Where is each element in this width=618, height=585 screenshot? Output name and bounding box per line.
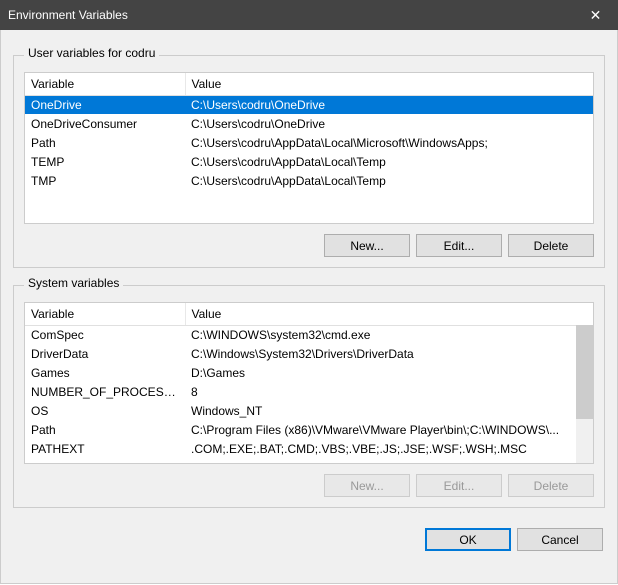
cell-value: C:\Users\codru\AppData\Local\Microsoft\W… (185, 133, 593, 152)
system-col-value[interactable]: Value (185, 303, 593, 325)
dialog-content: User variables for codru Variable Value … (0, 30, 618, 584)
table-row[interactable]: OneDriveC:\Users\codru\OneDrive (25, 95, 593, 114)
table-row[interactable]: GamesD:\Games (25, 363, 593, 382)
table-row[interactable]: PATHEXT.COM;.EXE;.BAT;.CMD;.VBS;.VBE;.JS… (25, 439, 593, 458)
cell-value: C:\Users\codru\AppData\Local\Temp (185, 152, 593, 171)
user-col-value[interactable]: Value (185, 73, 593, 95)
user-edit-button[interactable]: Edit... (416, 234, 502, 257)
system-variables-table-wrap: Variable Value ComSpecC:\WINDOWS\system3… (24, 302, 594, 464)
user-button-row: New... Edit... Delete (24, 234, 594, 257)
cell-value: Windows_NT (185, 401, 593, 420)
table-row[interactable]: NUMBER_OF_PROCESSORS8 (25, 382, 593, 401)
user-variables-group: User variables for codru Variable Value … (13, 48, 605, 268)
system-button-row: New... Edit... Delete (24, 474, 594, 497)
title-bar: Environment Variables ✕ (0, 0, 618, 30)
cell-variable: DriverData (25, 344, 185, 363)
table-row[interactable]: ComSpecC:\WINDOWS\system32\cmd.exe (25, 325, 593, 344)
cell-variable: NUMBER_OF_PROCESSORS (25, 382, 185, 401)
user-variables-table[interactable]: Variable Value OneDriveC:\Users\codru\On… (25, 73, 593, 190)
cell-value: C:\WINDOWS\system32\cmd.exe (185, 325, 593, 344)
cell-value: C:\Users\codru\AppData\Local\Temp (185, 171, 593, 190)
cell-value: .COM;.EXE;.BAT;.CMD;.VBS;.VBE;.JS;.JSE;.… (185, 439, 593, 458)
cell-variable: Path (25, 420, 185, 439)
cell-value: C:\Windows\System32\Drivers\DriverData (185, 344, 593, 363)
table-row[interactable]: TMPC:\Users\codru\AppData\Local\Temp (25, 171, 593, 190)
cell-variable: OneDriveConsumer (25, 114, 185, 133)
cell-variable: Path (25, 133, 185, 152)
system-edit-button[interactable]: Edit... (416, 474, 502, 497)
user-new-button[interactable]: New... (324, 234, 410, 257)
cell-variable: TMP (25, 171, 185, 190)
user-delete-button[interactable]: Delete (508, 234, 594, 257)
dialog-footer: OK Cancel (13, 528, 605, 551)
cell-value: 8 (185, 382, 593, 401)
system-scrollbar[interactable] (576, 325, 593, 463)
window-close-button[interactable]: ✕ (573, 0, 618, 30)
table-row[interactable]: OSWindows_NT (25, 401, 593, 420)
system-scrollbar-thumb[interactable] (576, 325, 593, 419)
system-new-button[interactable]: New... (324, 474, 410, 497)
system-variables-group: System variables Variable Value ComSpecC… (13, 278, 605, 508)
ok-button[interactable]: OK (425, 528, 511, 551)
table-row[interactable]: OneDriveConsumerC:\Users\codru\OneDrive (25, 114, 593, 133)
close-icon: ✕ (590, 7, 602, 24)
user-variables-legend: User variables for codru (24, 46, 159, 60)
cell-value: D:\Games (185, 363, 593, 382)
table-row[interactable]: PathC:\Users\codru\AppData\Local\Microso… (25, 133, 593, 152)
system-delete-button[interactable]: Delete (508, 474, 594, 497)
table-row[interactable]: DriverDataC:\Windows\System32\Drivers\Dr… (25, 344, 593, 363)
cell-value: C:\Users\codru\OneDrive (185, 95, 593, 114)
window-title: Environment Variables (8, 8, 128, 22)
table-row[interactable]: TEMPC:\Users\codru\AppData\Local\Temp (25, 152, 593, 171)
system-variables-table[interactable]: Variable Value ComSpecC:\WINDOWS\system3… (25, 303, 593, 458)
user-variables-table-wrap: Variable Value OneDriveC:\Users\codru\On… (24, 72, 594, 224)
system-variables-legend: System variables (24, 276, 123, 290)
cell-variable: OS (25, 401, 185, 420)
table-row[interactable]: PathC:\Program Files (x86)\VMware\VMware… (25, 420, 593, 439)
system-col-variable[interactable]: Variable (25, 303, 185, 325)
cell-variable: ComSpec (25, 325, 185, 344)
cell-variable: TEMP (25, 152, 185, 171)
cell-variable: PATHEXT (25, 439, 185, 458)
cell-value: C:\Program Files (x86)\VMware\VMware Pla… (185, 420, 593, 439)
cell-variable: OneDrive (25, 95, 185, 114)
cell-variable: Games (25, 363, 185, 382)
cancel-button[interactable]: Cancel (517, 528, 603, 551)
cell-value: C:\Users\codru\OneDrive (185, 114, 593, 133)
user-col-variable[interactable]: Variable (25, 73, 185, 95)
